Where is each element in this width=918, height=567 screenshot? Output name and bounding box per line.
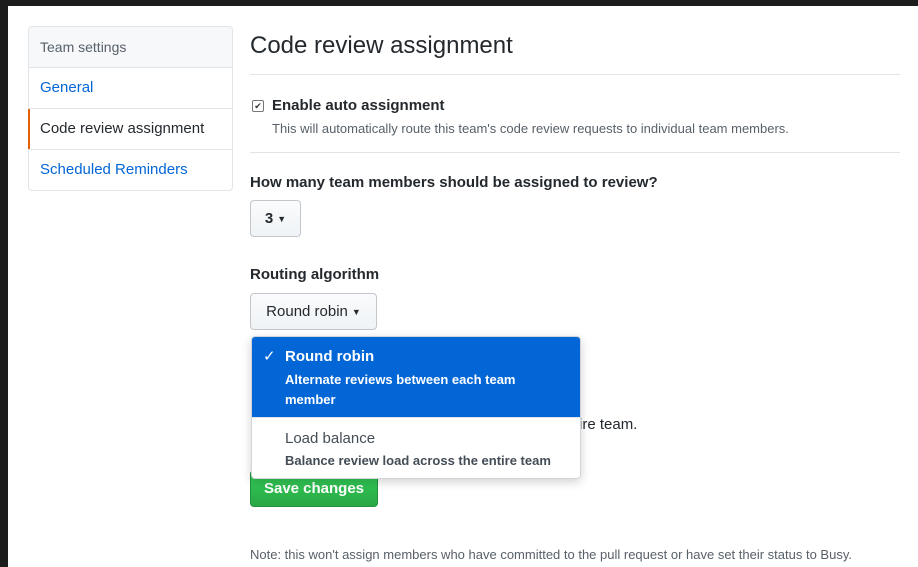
- routing-algorithm-dropdown-menu: ✓ Round robin Alternate reviews between …: [251, 336, 581, 479]
- sidebar-item-code-review-assignment[interactable]: Code review assignment: [28, 109, 232, 150]
- auto-assignment-label: Enable auto assignment: [272, 97, 445, 114]
- member-count-value: 3: [264, 210, 274, 227]
- chevron-down-icon: ▼: [277, 213, 287, 224]
- member-count-label: How many team members should be assigned…: [250, 174, 658, 191]
- routing-algorithm-label: Routing algorithm: [250, 266, 380, 283]
- page: Team settings General Code review assign…: [8, 6, 918, 567]
- chevron-down-icon: ▼: [351, 306, 361, 317]
- title-divider: [250, 74, 900, 75]
- menu-item-description: Alternate reviews between each team memb…: [285, 372, 516, 407]
- routing-algorithm-value: Round robin: [266, 303, 348, 320]
- menu-item-description: Balance review load across the entire te…: [285, 453, 551, 468]
- menu-item-title: Load balance: [285, 430, 376, 447]
- menu-item-round-robin[interactable]: ✓ Round robin Alternate reviews between …: [252, 337, 580, 417]
- section-divider: [250, 152, 900, 153]
- page-title: Code review assignment: [250, 32, 513, 59]
- sidebar-item-scheduled-reminders[interactable]: Scheduled Reminders: [29, 150, 232, 190]
- team-settings-sidebar: Team settings General Code review assign…: [28, 26, 233, 191]
- assignment-note: Note: this won't assign members who have…: [250, 547, 852, 562]
- routing-algorithm-select[interactable]: Round robin ▼: [250, 293, 377, 330]
- auto-assignment-checkbox[interactable]: ✔: [252, 100, 264, 112]
- menu-item-load-balance[interactable]: Load balance Balance review load across …: [252, 418, 580, 478]
- check-icon: ✓: [263, 348, 276, 365]
- sidebar-item-general[interactable]: General: [29, 68, 232, 109]
- sidebar-header: Team settings: [29, 27, 232, 68]
- member-count-select[interactable]: 3 ▼: [250, 200, 301, 237]
- auto-assignment-description: This will automatically route this team'…: [272, 121, 789, 136]
- menu-item-title: Round robin: [285, 348, 375, 365]
- algorithm-description-text: ire team.: [579, 416, 638, 433]
